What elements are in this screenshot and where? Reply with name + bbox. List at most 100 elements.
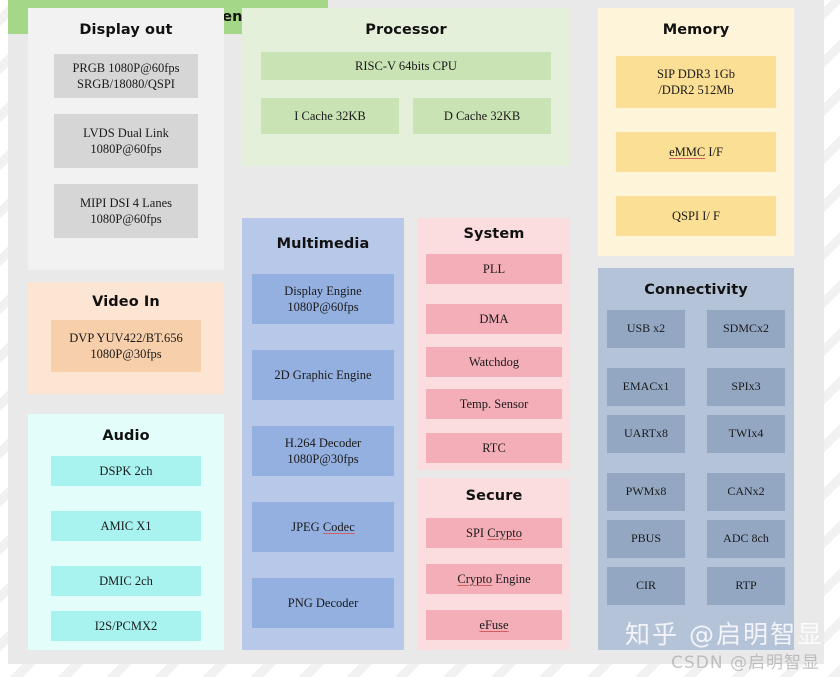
block-line-1: PRGB 1080P@60fps — [72, 60, 180, 75]
block-emacx1[interactable]: EMACx1 — [607, 368, 685, 406]
block-line-1: Display Engine — [284, 283, 362, 298]
block-line-1: SDMCx2 — [722, 321, 769, 336]
panel-title-video-in: Video In — [92, 294, 160, 310]
cache-row: I Cache 32KB D Cache 32KB — [261, 98, 551, 134]
block-line-1: eMMC I/F — [669, 144, 723, 159]
block-line-1: ADC 8ch — [723, 531, 769, 546]
block-line-1: MIPI DSI 4 Lanes — [79, 195, 172, 210]
panel-audio: Audio DSPK 2ch AMIC X1 DMIC 2ch I2S/PCMX… — [28, 414, 224, 650]
block-line-1: RTP — [735, 578, 757, 593]
block-2d-graphic-engine[interactable]: 2D Graphic Engine — [252, 350, 394, 400]
block-line-1: PBUS — [630, 531, 662, 546]
block-mipi-dsi-4-lanes[interactable]: MIPI DSI 4 Lanes 1080P@60fps — [54, 184, 198, 238]
block-line-1: CIR — [635, 578, 656, 593]
block-spix3[interactable]: SPIx3 — [707, 368, 785, 406]
block-line-1: RISC-V 64bits CPU — [355, 58, 457, 73]
panel-multimedia: Multimedia Display Engine 1080P@60fps 2D… — [242, 218, 404, 650]
grid-gap — [607, 406, 685, 415]
block-line-1: SIP DDR3 1Gb — [656, 66, 736, 81]
panel-title-system: System — [463, 226, 525, 242]
block-pll[interactable]: PLL — [426, 254, 562, 284]
block-line-2: 1080P@60fps — [287, 300, 359, 314]
panel-title-audio: Audio — [102, 428, 150, 444]
block-emmc-if[interactable]: eMMC I/F — [616, 132, 776, 172]
block-h264-decoder[interactable]: H.264 Decoder 1080P@30fps — [252, 426, 394, 476]
block-line-1: Crypto Engine — [457, 571, 531, 586]
block-rtp[interactable]: RTP — [707, 567, 785, 605]
panel-title-connectivity: Connectivity — [644, 282, 748, 298]
block-sip-ddr3[interactable]: SIP DDR3 1Gb /DDR2 512Mb — [616, 56, 776, 108]
block-line-1-text: JPEG Codec — [291, 519, 355, 534]
block-line-1: I Cache 32KB — [294, 108, 366, 123]
block-spi-crypto[interactable]: SPI Crypto — [426, 518, 562, 548]
block-usb-x2[interactable]: USB x2 — [607, 310, 685, 348]
block-line-2: 1080P@30fps — [287, 452, 359, 466]
block-line-1: JPEG Codec — [291, 519, 355, 536]
block-dma[interactable]: DMA — [426, 304, 562, 334]
grid-gap — [607, 453, 685, 473]
grid-gap — [707, 348, 785, 368]
block-riscv-cpu[interactable]: RISC-V 64bits CPU — [261, 52, 551, 80]
block-d-cache[interactable]: D Cache 32KB — [413, 98, 551, 134]
block-qspi-if[interactable]: QSPI I/ F — [616, 196, 776, 236]
block-watchdog[interactable]: Watchdog — [426, 347, 562, 377]
block-twix4[interactable]: TWIx4 — [707, 415, 785, 453]
panel-title-multimedia: Multimedia — [276, 236, 370, 252]
block-line-1: H.264 Decoder — [284, 435, 362, 450]
block-line-1: DVP YUV422/BT.656 — [69, 330, 183, 345]
block-line-1: eFuse — [479, 617, 509, 632]
block-efuse[interactable]: eFuse — [426, 610, 562, 640]
grid-gap — [607, 348, 685, 368]
block-cir[interactable]: CIR — [607, 567, 685, 605]
panel-video-in: Video In DVP YUV422/BT.656 1080P@30fps — [28, 282, 224, 394]
block-uartx8[interactable]: UARTx8 — [607, 415, 685, 453]
block-line-1: PLL — [482, 261, 506, 276]
block-line-1: Temp. Sensor — [459, 396, 529, 411]
block-dmic-2ch[interactable]: DMIC 2ch — [51, 566, 201, 596]
block-line-2: 1080P@60fps — [90, 142, 162, 156]
block-temp-sensor[interactable]: Temp. Sensor — [426, 389, 562, 419]
block-line-2: 1080P@60fps — [90, 212, 162, 226]
block-line-2: /DDR2 512Mb — [658, 83, 734, 97]
block-canx2[interactable]: CANx2 — [707, 473, 785, 511]
block-line-1: 2D Graphic Engine — [274, 367, 372, 382]
block-display-engine[interactable]: Display Engine 1080P@60fps — [252, 274, 394, 324]
block-adc-8ch[interactable]: ADC 8ch — [707, 520, 785, 558]
block-line-1: DMIC 2ch — [99, 573, 153, 588]
block-pbus[interactable]: PBUS — [607, 520, 685, 558]
block-prgb-1080p[interactable]: PRGB 1080P@60fps SRGB/18080/QSPI — [54, 54, 198, 98]
block-dspk-2ch[interactable]: DSPK 2ch — [51, 456, 201, 486]
panel-processor: Processor RISC-V 64bits CPU I Cache 32KB… — [242, 8, 570, 166]
block-pwmx8[interactable]: PWMx8 — [607, 473, 685, 511]
panel-secure: Secure SPI Crypto Crypto Engine eFuse — [418, 478, 570, 650]
block-crypto-engine[interactable]: Crypto Engine — [426, 564, 562, 594]
block-amic-x1[interactable]: AMIC X1 — [51, 511, 201, 541]
block-line-1: QSPI I/ F — [672, 208, 720, 223]
panel-title-memory: Memory — [662, 22, 730, 38]
block-i-cache[interactable]: I Cache 32KB — [261, 98, 399, 134]
grid-gap — [607, 558, 685, 567]
block-rtc[interactable]: RTC — [426, 433, 562, 463]
block-line-2: SRGB/18080/QSPI — [77, 77, 175, 91]
block-line-1: EMACx1 — [622, 379, 670, 394]
block-line-2: 1080P@30fps — [90, 347, 162, 361]
soc-block-diagram: Display out PRGB 1080P@60fps SRGB/18080/… — [0, 0, 840, 677]
panel-display-out: Display out PRGB 1080P@60fps SRGB/18080/… — [28, 8, 224, 270]
block-line-1: SPI Crypto — [466, 525, 522, 540]
grid-gap — [707, 406, 785, 415]
block-line-1: CANx2 — [727, 484, 765, 499]
panel-title-secure: Secure — [465, 488, 523, 504]
block-lvds-dual-link[interactable]: LVDS Dual Link 1080P@60fps — [54, 114, 198, 168]
panel-title-processor: Processor — [365, 22, 447, 38]
block-i2s-pcmx2[interactable]: I2S/PCMX2 — [51, 611, 201, 641]
block-line-1: PWMx8 — [625, 484, 667, 499]
panel-title-display-out: Display out — [79, 22, 173, 38]
grid-gap — [707, 453, 785, 473]
block-png-decoder[interactable]: PNG Decoder — [252, 578, 394, 628]
block-jpeg-codec[interactable]: JPEG Codec — [252, 502, 394, 552]
grid-gap — [707, 558, 785, 567]
block-dvp-yuv422[interactable]: DVP YUV422/BT.656 1080P@30fps — [51, 320, 201, 372]
block-line-1: I2S/PCMX2 — [94, 618, 158, 633]
panel-system: System PLL DMA Watchdog Temp. Sensor RTC — [418, 218, 570, 470]
block-sdmcx2[interactable]: SDMCx2 — [707, 310, 785, 348]
